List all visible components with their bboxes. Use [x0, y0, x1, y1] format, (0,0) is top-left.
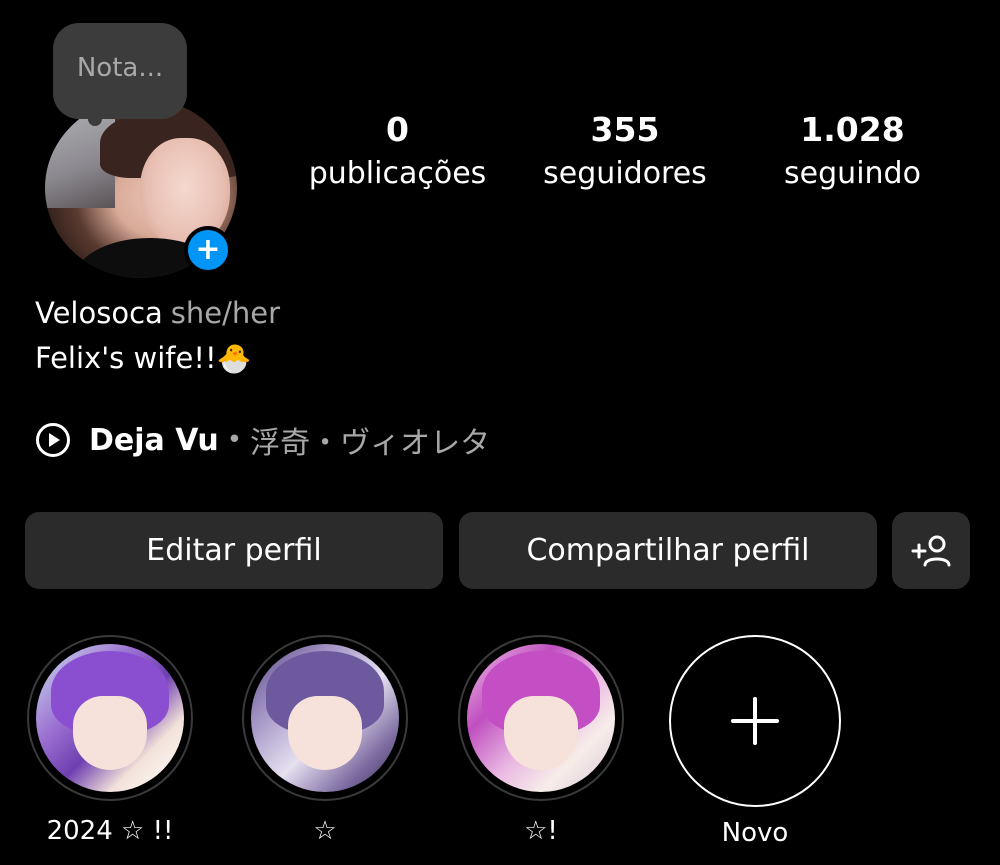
plus-icon [731, 697, 779, 745]
story-highlight[interactable]: 2024 ☆ !! [24, 635, 196, 849]
profile-pronouns: she/her [170, 296, 281, 330]
note-placeholder: Nota... [76, 53, 164, 83]
highlight-cover-image [36, 644, 184, 792]
highlight-cover-ring [27, 635, 193, 801]
highlight-label: ☆ [313, 816, 337, 846]
song-artist: 浮奇・ヴィオレタ [250, 426, 491, 461]
add-person-icon [911, 535, 951, 566]
highlight-cover-ring [242, 635, 408, 801]
bio-text-row: Felix's wife!!🐣 [35, 338, 251, 379]
share-profile-button[interactable]: Compartilhar perfil [459, 512, 877, 589]
story-highlight[interactable]: ☆! [455, 635, 627, 849]
highlight-cover-image [467, 644, 615, 792]
posts-label: publicações [308, 156, 487, 191]
play-circle-icon[interactable] [35, 422, 71, 458]
following-label: seguindo [784, 156, 921, 191]
highlight-label: ☆! [524, 816, 558, 846]
profile-music[interactable]: Deja Vu • 浮奇・ヴィオレタ [35, 418, 490, 462]
bio-text: Felix's wife!! [35, 341, 217, 375]
highlight-cover-image [251, 644, 399, 792]
discover-people-button[interactable] [892, 512, 970, 589]
stat-following[interactable]: 1.028 seguindo [760, 108, 945, 196]
posts-count: 0 [386, 110, 409, 149]
note-bubble[interactable]: Nota... [53, 23, 187, 119]
music-separator: • [226, 425, 243, 455]
edit-profile-label: Editar perfil [146, 533, 322, 568]
followers-count: 355 [590, 110, 660, 149]
edit-profile-button[interactable]: Editar perfil [25, 512, 443, 589]
highlight-art-face [504, 695, 578, 770]
new-highlight-label: Novo [721, 818, 789, 848]
story-highlight[interactable]: ☆ [239, 635, 411, 849]
profile-name-row: Velosoca she/her [35, 293, 280, 333]
highlight-art-face [288, 695, 362, 770]
stat-followers[interactable]: 355 seguidores [530, 108, 720, 196]
following-count: 1.028 [800, 110, 905, 149]
new-highlight-button[interactable]: Novo [669, 635, 841, 851]
highlight-art-face [73, 695, 147, 770]
followers-label: seguidores [543, 156, 707, 191]
add-story-icon[interactable]: + [184, 226, 232, 274]
note-bubble-tail [88, 112, 102, 126]
new-highlight-ring [669, 635, 841, 807]
highlight-label: 2024 ☆ !! [46, 816, 174, 846]
stat-posts[interactable]: 0 publicações [300, 108, 495, 196]
profile-name: Velosoca [35, 296, 163, 330]
share-profile-label: Compartilhar perfil [526, 533, 810, 568]
song-title: Deja Vu [89, 422, 219, 458]
hatching-chick-icon: 🐣 [216, 342, 252, 375]
highlight-cover-ring [458, 635, 624, 801]
